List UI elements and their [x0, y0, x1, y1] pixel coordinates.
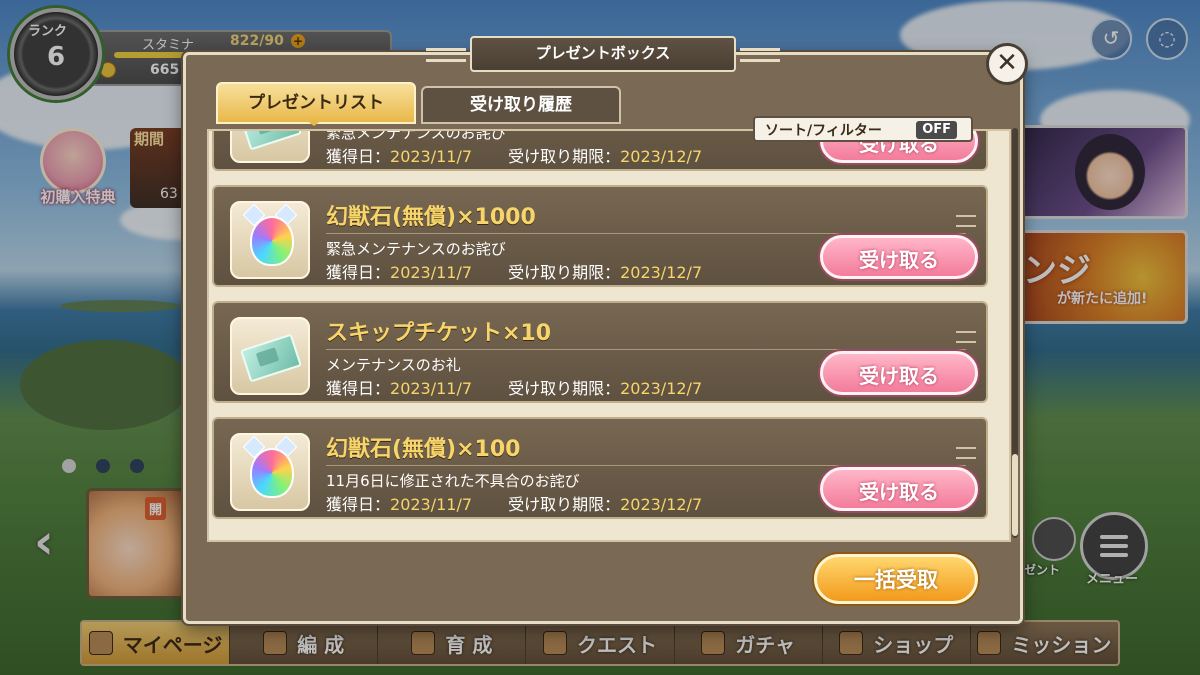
deadline-date: 2023/12/7 — [620, 147, 703, 166]
rainbow-gem-icon — [230, 433, 310, 511]
item-name: スキップチケット×10 — [326, 321, 552, 346]
acquired-date: 2023/11/7 — [390, 379, 473, 398]
acquired-date: 2023/11/7 — [390, 147, 473, 166]
item-reason: メンテナンスのお礼 — [326, 356, 461, 374]
list-item: 幻獣石(無償)×1000 緊急メンテナンスのお詫び 獲得日：2023/11/7 受… — [212, 185, 988, 287]
acquired-label: 獲得日： — [326, 263, 391, 282]
item-name: 幻獣石(無償)×100 — [326, 437, 521, 462]
bulk-receive-button[interactable]: 一括受取 — [814, 554, 978, 604]
scrollbar-thumb[interactable] — [1012, 454, 1018, 536]
sort-filter-button[interactable]: ソート/フィルター OFF — [753, 116, 973, 142]
rainbow-gem-icon — [230, 201, 310, 279]
deadline-date: 2023/12/7 — [620, 495, 703, 514]
divider — [326, 465, 966, 466]
deadline-label: 受け取り期限： — [508, 379, 621, 398]
item-dates: 獲得日：2023/11/7 受け取り期限：2023/12/7 — [326, 143, 702, 167]
deadline-label: 受け取り期限： — [508, 147, 621, 166]
deadline-label: 受け取り期限： — [508, 263, 621, 282]
tab-receive-history[interactable]: 受け取り履歴 — [421, 86, 621, 124]
item-reason: 11月6日に修正された不具合のお詫び — [326, 472, 580, 490]
tab-present-list[interactable]: プレゼントリスト — [216, 82, 416, 126]
divider — [326, 349, 966, 350]
receive-button[interactable]: 受け取る — [820, 235, 978, 279]
acquired-date: 2023/11/7 — [390, 263, 473, 282]
present-list[interactable]: 緊急メンテナンスのお詫び 獲得日：2023/11/7 受け取り期限：2023/12… — [207, 129, 1011, 542]
deadline-date: 2023/12/7 — [620, 263, 703, 282]
receive-button[interactable]: 受け取る — [820, 467, 978, 511]
dialog-title: プレゼントボックス — [426, 36, 780, 72]
corner-ornament — [956, 447, 976, 459]
ticket-icon — [230, 131, 310, 163]
divider — [326, 233, 966, 234]
item-reason: 緊急メンテナンスのお詫び — [326, 240, 506, 258]
skip-ticket-icon — [230, 317, 310, 395]
item-reason: 緊急メンテナンスのお詫び — [326, 129, 506, 142]
deadline-label: 受け取り期限： — [508, 495, 621, 514]
corner-ornament — [956, 215, 976, 227]
sort-filter-label: ソート/フィルター — [765, 123, 882, 139]
acquired-label: 獲得日： — [326, 495, 391, 514]
item-dates: 獲得日：2023/11/7 受け取り期限：2023/12/7 — [326, 259, 702, 283]
close-button[interactable]: ✕ — [986, 43, 1028, 85]
acquired-label: 獲得日： — [326, 379, 391, 398]
deadline-date: 2023/12/7 — [620, 379, 703, 398]
acquired-date: 2023/11/7 — [390, 495, 473, 514]
list-item: スキップチケット×10 メンテナンスのお礼 獲得日：2023/11/7 受け取り期… — [212, 301, 988, 403]
list-item: 幻獣石(無償)×100 11月6日に修正された不具合のお詫び 獲得日：2023/… — [212, 417, 988, 519]
item-dates: 獲得日：2023/11/7 受け取り期限：2023/12/7 — [326, 491, 702, 515]
corner-ornament — [956, 331, 976, 343]
acquired-label: 獲得日： — [326, 147, 391, 166]
item-dates: 獲得日：2023/11/7 受け取り期限：2023/12/7 — [326, 375, 702, 399]
item-name: 幻獣石(無償)×1000 — [326, 205, 536, 230]
receive-button[interactable]: 受け取る — [820, 351, 978, 395]
list-scrollbar[interactable] — [1012, 128, 1018, 538]
sort-filter-state-badge: OFF — [916, 121, 957, 139]
